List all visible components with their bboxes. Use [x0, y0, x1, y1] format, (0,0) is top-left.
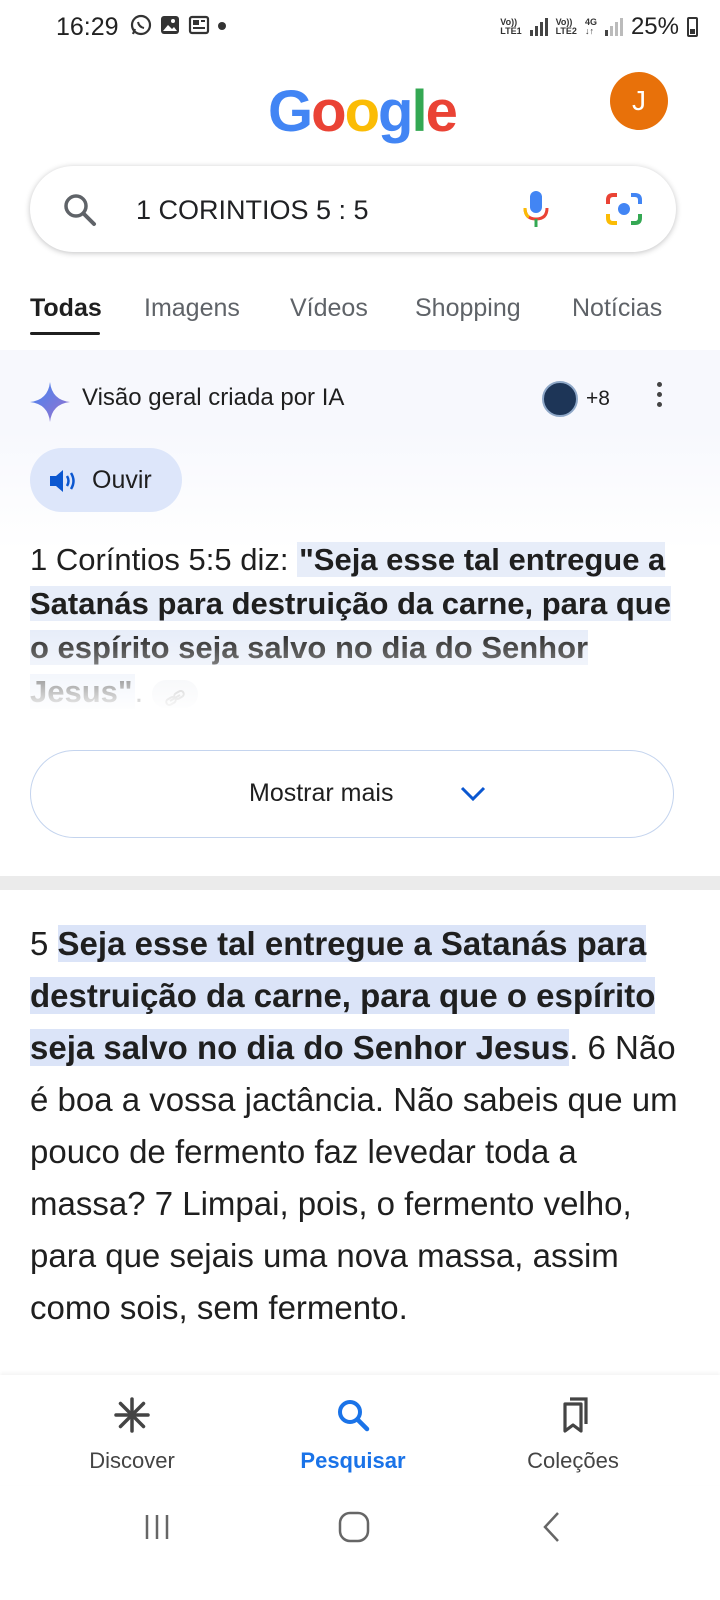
lens-icon[interactable]	[604, 190, 644, 228]
gallery-icon	[161, 16, 179, 34]
sources-more-count[interactable]: +8	[586, 387, 610, 411]
back-icon[interactable]	[540, 1510, 564, 1544]
chevron-down-icon	[460, 786, 486, 802]
listen-button[interactable]: Ouvir	[30, 448, 182, 512]
tab-noticias[interactable]: Notícias	[572, 294, 662, 323]
dot-icon	[218, 22, 226, 30]
active-tab-indicator	[30, 332, 100, 335]
nav-collections-label: Coleções	[527, 1448, 619, 1473]
google-logo[interactable]: Google	[268, 78, 458, 145]
status-bar: 16:29 Vo)) LTE1 Vo)) LTE2 4G ↓↑ 25%	[0, 0, 720, 56]
source-thumbnail[interactable]	[542, 381, 578, 417]
text-fade-overlay	[0, 630, 720, 710]
tab-todas[interactable]: Todas	[30, 294, 102, 323]
home-icon[interactable]	[337, 1510, 371, 1544]
snippet-highlight: Seja esse tal entregue a Satanás para de…	[30, 925, 656, 1066]
status-time: 16:29	[56, 13, 119, 41]
bottom-navigation: Discover Pesquisar Coleções	[0, 1375, 720, 1485]
ai-overview-title: Visão geral criada por IA	[82, 384, 345, 411]
listen-label: Ouvir	[92, 466, 152, 494]
search-input[interactable]	[134, 166, 498, 254]
search-icon	[338, 1400, 370, 1432]
signal-icon	[604, 18, 623, 36]
nav-discover[interactable]: Discover	[57, 1395, 207, 1474]
system-navigation	[0, 1490, 720, 1600]
tab-shopping[interactable]: Shopping	[415, 294, 521, 323]
speaker-icon	[50, 470, 75, 492]
tab-videos[interactable]: Vídeos	[290, 294, 368, 323]
battery-percent: 25%	[630, 13, 679, 40]
sim2-label: Vo)) LTE2	[555, 17, 577, 36]
show-more-button[interactable]: Mostrar mais	[30, 750, 674, 838]
account-avatar[interactable]: J	[610, 72, 668, 130]
search-icon	[64, 194, 96, 226]
gemini-spark-icon	[30, 382, 70, 422]
whatsapp-icon	[130, 14, 152, 36]
signal-icon	[529, 18, 548, 36]
show-more-label: Mostrar mais	[249, 779, 394, 807]
status-indicators: Vo)) LTE1 Vo)) LTE2 4G ↓↑ 25%	[500, 13, 698, 41]
nav-discover-label: Discover	[89, 1448, 175, 1473]
mic-icon[interactable]	[520, 188, 552, 230]
battery-icon	[687, 17, 698, 37]
asterisk-icon	[114, 1397, 150, 1433]
search-tabs: Todas Imagens Vídeos Shopping Notícias	[0, 282, 720, 340]
recent-apps-icon[interactable]	[142, 1512, 172, 1542]
ai-overview: Visão geral criada por IA +8 Ouvir 1 Cor…	[0, 350, 720, 872]
news-icon	[188, 15, 210, 35]
nav-search[interactable]: Pesquisar	[278, 1395, 428, 1474]
bookmarks-icon	[563, 1397, 588, 1433]
more-options-icon[interactable]	[657, 382, 662, 407]
nav-search-label: Pesquisar	[300, 1448, 406, 1473]
notification-icons	[130, 14, 227, 36]
network-type: 4G ↓↑	[584, 17, 597, 36]
featured-snippet-text: 5 Seja esse tal entregue a Satanás para …	[30, 925, 678, 1326]
tab-imagens[interactable]: Imagens	[144, 294, 240, 323]
section-divider	[0, 876, 720, 890]
sim1-label: Vo)) LTE1	[500, 17, 522, 36]
nav-collections[interactable]: Coleções	[498, 1395, 648, 1474]
search-box[interactable]	[30, 166, 676, 254]
